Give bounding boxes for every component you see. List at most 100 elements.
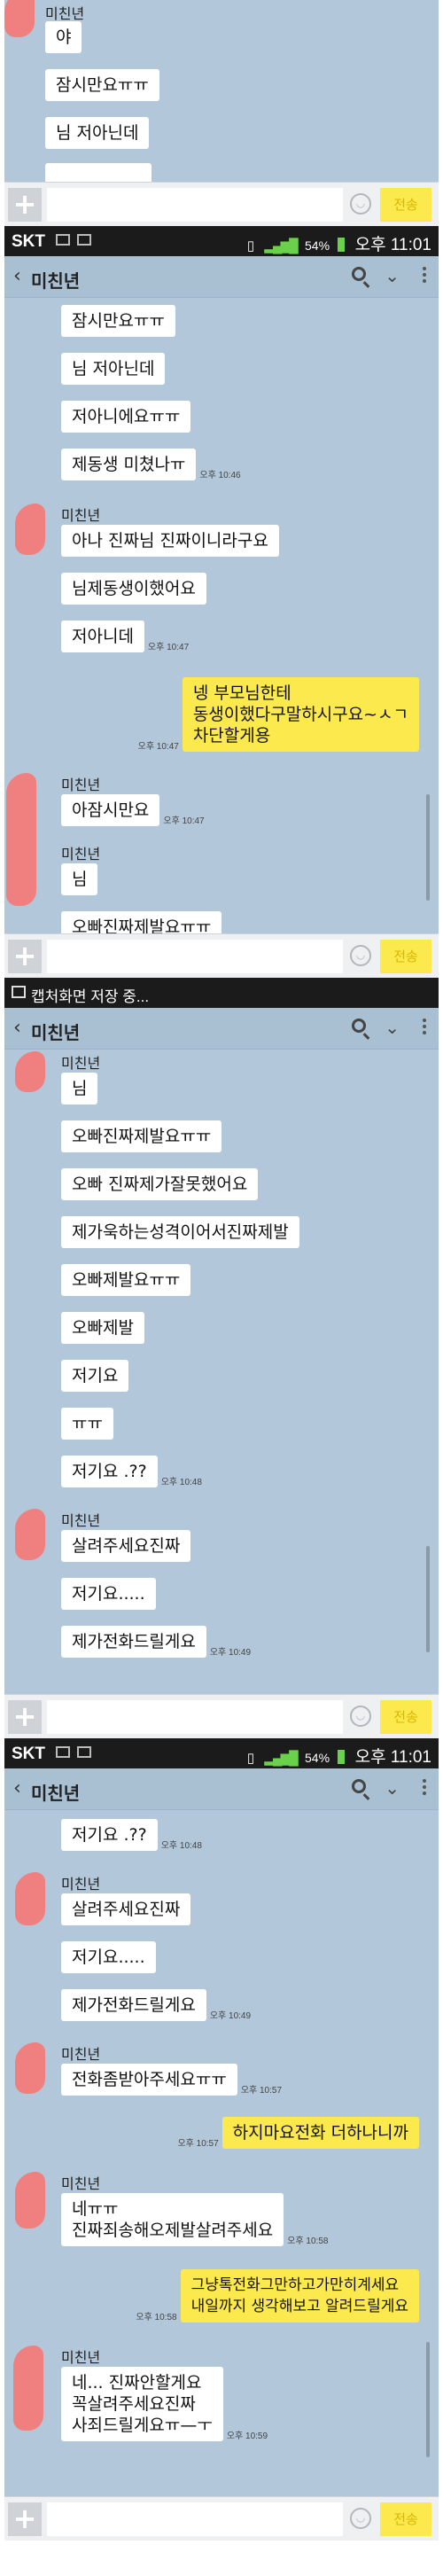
- message-sent: 오후 10:58그냥톡전화그만하고가만히계세요 내일까지 생각해보고 알려드릴게…: [132, 2269, 419, 2322]
- emoticon-icon[interactable]: ◡: [350, 193, 371, 215]
- message-time: 오후 10:58: [136, 2313, 177, 2322]
- message-received: 네... 진짜안할게요 꼭살려주세요진짜 사죄드릴게요ㅠ—ㅜ오후 10:59: [61, 2367, 271, 2441]
- scrollbar[interactable]: [426, 2342, 430, 2457]
- message-time: 오후 10:47: [147, 643, 190, 652]
- search-icon[interactable]: [352, 267, 366, 281]
- message-input[interactable]: [47, 188, 343, 222]
- message-bubble[interactable]: 님제동생이했어요: [61, 573, 206, 605]
- status-right: ▯ ▂▄▆█ 54% 오후 11:01: [247, 1744, 431, 1768]
- message-bubble[interactable]: 님 저아닌데: [45, 117, 150, 149]
- chevron-down-icon[interactable]: ⌄: [385, 1017, 400, 1038]
- message-received: 님 저아닌데: [45, 117, 150, 149]
- message-bubble[interactable]: 제동생 미쳤나ㅠ: [61, 449, 197, 480]
- menu-icon[interactable]: [423, 1779, 426, 1795]
- sender-name: 미친년: [61, 2175, 101, 2192]
- emoticon-icon[interactable]: ◡: [350, 1706, 371, 1727]
- message-bubble[interactable]: 제가욱하는성격이어서진짜제발: [61, 1216, 299, 1248]
- send-button[interactable]: 전송: [380, 188, 431, 222]
- message-received: 제가전화드릴게요오후 10:49: [61, 1626, 254, 1658]
- message-bubble[interactable]: 저아니에요ㅠㅠ: [61, 401, 191, 433]
- message-bubble[interactable]: 오빠제발: [61, 1312, 144, 1344]
- message-received: 저아니데오후 10:47: [61, 621, 192, 652]
- sender-avatar[interactable]: [15, 503, 45, 555]
- message-received: 제가욱하는성격이어서진짜제발: [61, 1216, 299, 1248]
- message-bubble[interactable]: 님: [61, 1073, 98, 1105]
- signal-icon: ▂▄▆█: [264, 238, 298, 254]
- message-bubble[interactable]: 오빠진짜제발요ㅠㅠ: [61, 1120, 222, 1152]
- scrollbar[interactable]: [426, 794, 430, 901]
- message-bubble[interactable]: 살려주세요진짜: [61, 1893, 191, 1925]
- message-bubble[interactable]: 전화좀받아주세요ㅠㅠ: [61, 2064, 237, 2096]
- image-notification-icon: [77, 1746, 91, 1758]
- scrollbar[interactable]: [426, 1546, 430, 1652]
- message-bubble[interactable]: 저기요.....: [61, 1941, 156, 1973]
- message-bubble[interactable]: 오빠제발요ㅠㅠ: [61, 1264, 191, 1296]
- message-list: 미친년 님 오빠진짜제발요ㅠㅠ 오빠 진짜제가잘못했어요 제가욱하는성격이어서진…: [4, 1050, 439, 1694]
- message-bubble[interactable]: 야: [45, 21, 82, 53]
- menu-icon[interactable]: [423, 267, 426, 283]
- chat-title: 미친년: [31, 270, 81, 292]
- message-bubble[interactable]: 잠시만요ㅠㅠ: [45, 69, 159, 101]
- message-received: 제가전화드릴게요오후 10:49: [61, 1989, 254, 2021]
- status-bar: 캡처화면 저장 중...: [4, 978, 439, 1008]
- menu-icon[interactable]: [423, 1019, 426, 1034]
- back-icon[interactable]: ‹: [13, 1777, 21, 1799]
- message-bubble[interactable]: 네ㅠㅠ 진짜죄송해오제발살려주세요: [61, 2193, 284, 2246]
- message-input[interactable]: [47, 940, 343, 973]
- back-icon[interactable]: ‹: [13, 1017, 21, 1039]
- message-time: 오후 10:57: [177, 2139, 219, 2149]
- send-button[interactable]: 전송: [380, 1700, 431, 1734]
- message-bubble[interactable]: 그냥톡전화그만하고가만히계세요 내일까지 생각해보고 알려드릴게요: [180, 2269, 419, 2322]
- message-bubble[interactable]: 하지마요전화 더하나니까: [222, 2117, 419, 2149]
- message-bubble[interactable]: 아잠시만요: [61, 794, 160, 826]
- message-input[interactable]: [47, 2502, 343, 2536]
- message-bubble[interactable]: 네... 진짜안할게요 꼭살려주세요진짜 사죄드릴게요ㅠ—ㅜ: [61, 2367, 223, 2441]
- sender-avatar[interactable]: [15, 2172, 45, 2229]
- sender-avatar[interactable]: [4, 0, 35, 37]
- back-icon[interactable]: ‹: [13, 265, 21, 287]
- message-received: 님: [61, 863, 98, 895]
- emoticon-icon[interactable]: ◡: [350, 945, 371, 966]
- message-bubble[interactable]: 저기요.....: [61, 1578, 156, 1610]
- message-bubble[interactable]: ㅠㅠ: [61, 1408, 113, 1440]
- input-bar: + ◡ 전송: [4, 1694, 439, 1738]
- sender-name: 미친년: [61, 1055, 101, 1072]
- message-bubble[interactable]: 제가전화드릴게요: [61, 1989, 206, 2021]
- sender-avatar[interactable]: [15, 2042, 45, 2094]
- panel-3: 캡처화면 저장 중... ‹ 미친년 ⌄ 미친년 님 오빠진짜제발요ㅠㅠ 오빠 …: [4, 978, 439, 1738]
- add-attachment-button[interactable]: +: [8, 1700, 42, 1734]
- message-received: 전화좀받아주세요ㅠㅠ오후 10:57: [61, 2064, 285, 2096]
- chevron-down-icon[interactable]: ⌄: [385, 1777, 400, 1799]
- battery-icon: [338, 238, 346, 252]
- sender-avatar[interactable]: [15, 1051, 45, 1092]
- send-button[interactable]: 전송: [380, 940, 431, 973]
- message-bubble[interactable]: 아나 진짜님 진짜이니라구요: [61, 525, 279, 557]
- message-bubble[interactable]: 님: [61, 863, 98, 895]
- message-bubble[interactable]: 저기요: [61, 1360, 129, 1392]
- sender-avatar[interactable]: [15, 1872, 45, 1925]
- message-sent: 오후 10:47넹 부모님한테 동생이했다구말하시구요~ㅅㄱ 차단할게용: [135, 677, 419, 752]
- chevron-down-icon[interactable]: ⌄: [385, 265, 400, 286]
- add-attachment-button[interactable]: +: [8, 940, 42, 973]
- message-bubble[interactable]: 저아니데: [61, 621, 144, 652]
- sender-avatar[interactable]: [13, 2346, 43, 2431]
- add-attachment-button[interactable]: +: [8, 188, 42, 222]
- message-bubble[interactable]: 오빠 진짜제가잘못했어요: [61, 1168, 259, 1200]
- search-icon[interactable]: [352, 1019, 366, 1033]
- add-attachment-button[interactable]: +: [8, 2502, 42, 2536]
- message-bubble[interactable]: 저기요 .??: [61, 1819, 158, 1851]
- message-bubble[interactable]: 제가전화드릴게요: [61, 1626, 206, 1658]
- message-bubble[interactable]: 잠시만요ㅠㅠ: [61, 305, 175, 337]
- send-button[interactable]: 전송: [380, 2502, 431, 2536]
- emoticon-icon[interactable]: ◡: [350, 2508, 371, 2529]
- sender-avatar[interactable]: [15, 1509, 45, 1560]
- message-input[interactable]: [47, 1700, 343, 1734]
- message-bubble[interactable]: 저기요 .??: [61, 1456, 158, 1487]
- sender-avatar[interactable]: [6, 773, 36, 906]
- message-received: ㅠㅠ: [61, 1408, 113, 1440]
- search-icon[interactable]: [352, 1779, 366, 1793]
- message-bubble[interactable]: 살려주세요진짜: [61, 1530, 191, 1562]
- message-bubble[interactable]: 넹 부모님한테 동생이했다구말하시구요~ㅅㄱ 차단할게용: [182, 677, 419, 752]
- message-bubble[interactable]: 님 저아닌데: [61, 353, 166, 385]
- signal-icon: ▂▄▆█: [264, 1751, 298, 1766]
